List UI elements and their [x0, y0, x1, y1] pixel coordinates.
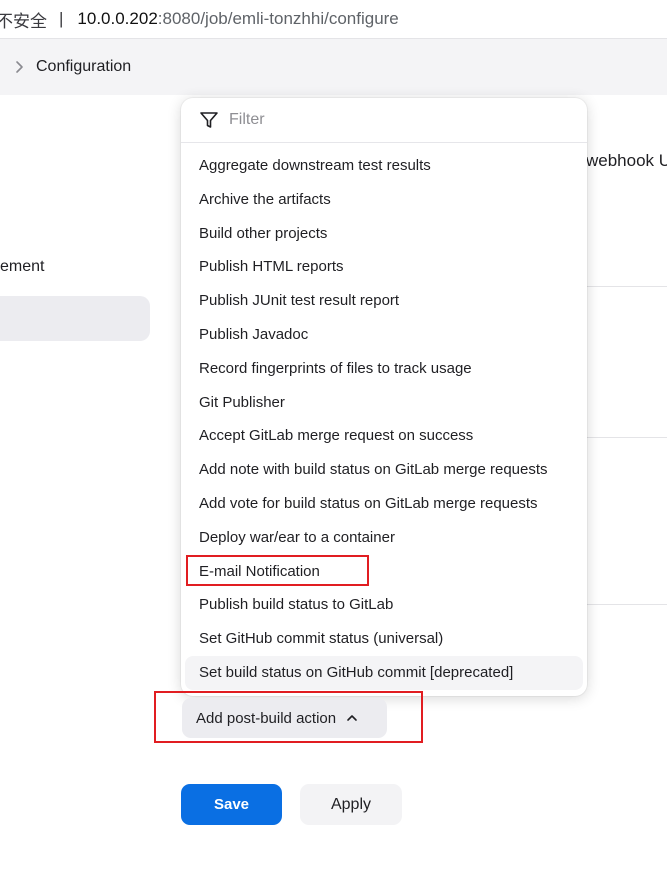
menu-item[interactable]: Archive the artifacts	[181, 183, 587, 217]
dropdown-menu: Aggregate downstream test results Archive…	[181, 149, 587, 690]
menu-item[interactable]: Set build status on GitHub commit [depre…	[185, 655, 583, 690]
save-button[interactable]: Save	[181, 784, 282, 825]
sidebar-item-label[interactable]: ement	[0, 258, 44, 276]
apply-button[interactable]: Apply	[300, 784, 402, 825]
filter-icon	[200, 112, 218, 128]
email-notification-highlight	[186, 555, 369, 586]
menu-item[interactable]: Add note with build status on GitLab mer…	[181, 453, 587, 487]
post-build-action-dropdown: Filter Aggregate downstream test results…	[181, 98, 587, 696]
webhook-option-text: webhook U	[586, 151, 667, 170]
address-bar[interactable]: 不安全 | 10.0.0.202 :8080/job/emli-tonzhhi/…	[0, 0, 667, 39]
section-divider	[586, 437, 667, 438]
menu-item[interactable]: Accept GitLab merge request on success	[181, 419, 587, 453]
add-post-build-action-button[interactable]: Add post-build action	[182, 698, 387, 738]
chevron-right-icon	[16, 61, 23, 73]
menu-item[interactable]: Publish Javadoc	[181, 318, 587, 352]
breadcrumb-current[interactable]: Configuration	[36, 58, 131, 76]
filter-input[interactable]: Filter	[229, 111, 265, 129]
section-divider	[586, 286, 667, 287]
menu-item[interactable]: Publish JUnit test result report	[181, 284, 587, 318]
section-divider	[586, 604, 667, 605]
chevron-up-icon	[347, 715, 357, 721]
menu-item[interactable]: Set GitHub commit status (universal)	[181, 622, 587, 656]
menu-item[interactable]: Add vote for build status on GitLab merg…	[181, 487, 587, 521]
url-path: :8080/job/emli-tonzhhi/configure	[157, 9, 399, 28]
address-separator: |	[59, 9, 64, 28]
url-host: 10.0.0.202	[77, 9, 158, 28]
menu-item[interactable]: Aggregate downstream test results	[181, 149, 587, 183]
add-post-build-action-label: Add post-build action	[196, 709, 337, 727]
menu-item[interactable]: Publish build status to GitLab	[181, 588, 587, 622]
menu-item[interactable]: Record fingerprints of files to track us…	[181, 352, 587, 386]
filter-bar[interactable]: Filter	[181, 98, 587, 143]
menu-item[interactable]: Deploy war/ear to a container	[181, 521, 587, 555]
menu-item[interactable]: Build other projects	[181, 217, 587, 251]
insecure-label[interactable]: 不安全	[0, 7, 47, 32]
sidebar-item-active[interactable]	[0, 296, 150, 341]
menu-item[interactable]: Git Publisher	[181, 386, 587, 420]
breadcrumb: Configuration	[0, 39, 667, 95]
menu-item[interactable]: Publish HTML reports	[181, 250, 587, 284]
